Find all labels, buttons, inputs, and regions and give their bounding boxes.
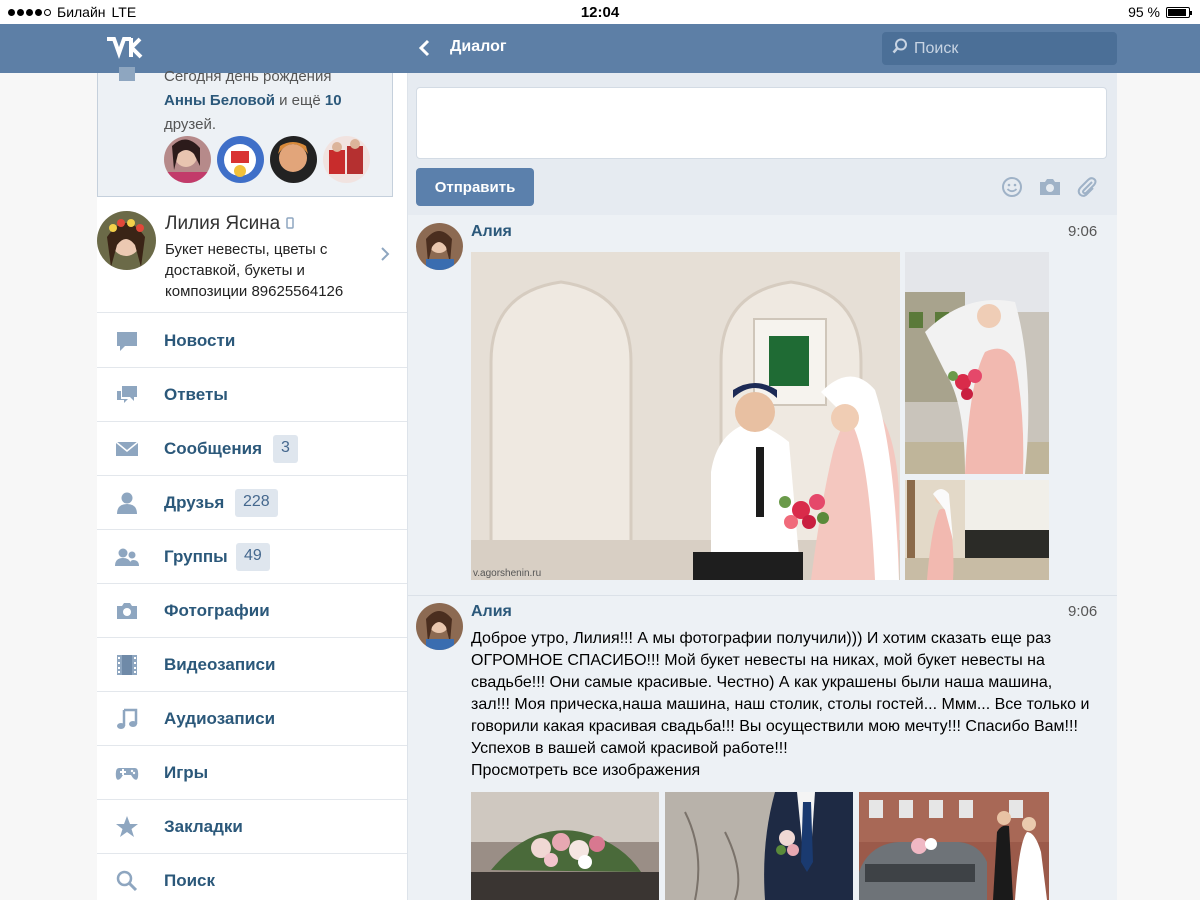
message-item: Алия 9:06 v.agorshenin.ru (408, 215, 1117, 595)
photo-attachment[interactable] (665, 792, 853, 900)
menu-item-photos[interactable]: Фотографии (97, 584, 407, 638)
gift-icon (118, 67, 136, 86)
photo-attachment[interactable] (905, 480, 1049, 580)
battery-percent: 95 % (1128, 4, 1160, 20)
menu-item-games[interactable]: Игры (97, 746, 407, 800)
photo-watermark: v.agorshenin.ru (473, 568, 542, 579)
status-bar: Билайн LTE 12:04 95 % (0, 0, 1200, 24)
friends-badge: 228 (235, 489, 278, 517)
camera-icon[interactable] (1039, 176, 1061, 203)
message-composer: Отправить (408, 73, 1117, 215)
search-box[interactable] (882, 32, 1117, 65)
avatar[interactable] (270, 136, 317, 183)
chevron-right-icon (380, 246, 390, 267)
photo-attachment[interactable] (859, 792, 1049, 900)
menu-item-news[interactable]: Новости (97, 314, 407, 368)
friends-icon (115, 491, 139, 515)
avatar[interactable] (323, 136, 370, 183)
back-chevron-icon[interactable] (418, 39, 430, 62)
profile-status: Букет невесты, цветы с доставкой, букеты… (165, 241, 344, 300)
search-icon (892, 38, 908, 59)
clock: 12:04 (580, 4, 620, 21)
messages-badge: 3 (273, 435, 298, 463)
message-avatar[interactable] (416, 603, 463, 650)
photo-attachment[interactable] (471, 792, 659, 900)
emoji-icon[interactable] (1001, 176, 1023, 203)
birthday-avatars (164, 136, 370, 183)
menu-item-bookmarks[interactable]: Закладки (97, 800, 407, 854)
menu-item-search[interactable]: Поиск (97, 854, 407, 900)
avatar[interactable] (217, 136, 264, 183)
menu-item-audio[interactable]: Аудиозаписи (97, 692, 407, 746)
birthday-text: Сегодня день рождения Анны Беловой и ещё… (164, 68, 342, 133)
profile-row[interactable]: Лилия Ясина Букет невесты, цветы с доста… (97, 203, 407, 313)
message-avatar[interactable] (416, 223, 463, 270)
profile-name: Лилия Ясина (165, 213, 294, 235)
message-time: 9:06 (1068, 223, 1098, 240)
search-input[interactable] (914, 39, 1104, 58)
messages-icon (115, 437, 139, 461)
page-title: Диалог (450, 38, 507, 55)
groups-icon (115, 545, 139, 569)
video-icon (115, 653, 139, 677)
birthday-count: 10 (324, 92, 342, 109)
page-margin (1117, 73, 1200, 900)
view-all-images-link[interactable]: Просмотреть все изображения (471, 762, 700, 779)
battery-icon (1166, 6, 1192, 18)
birthday-name-link[interactable]: Анны Беловой (164, 92, 275, 109)
birthday-card[interactable]: Сегодня день рождения Анны Беловой и ещё… (97, 67, 393, 197)
profile-avatar (97, 211, 156, 270)
mobile-icon (285, 213, 294, 234)
star-icon (115, 815, 139, 839)
menu-item-replies[interactable]: Ответы (97, 368, 407, 422)
menu-item-groups[interactable]: Группы 49 (97, 530, 407, 584)
message-author[interactable]: Алия (471, 603, 512, 621)
paperclip-icon[interactable] (1076, 176, 1098, 203)
photo-attachment[interactable] (905, 252, 1049, 474)
menu-item-messages[interactable]: Сообщения 3 (97, 422, 407, 476)
message-input[interactable] (416, 87, 1107, 159)
main-menu: Новости Ответы Сообщения 3 Друзья 228 Гр… (97, 314, 407, 900)
send-button[interactable]: Отправить (416, 168, 534, 206)
replies-icon (115, 383, 139, 407)
menu-item-friends[interactable]: Друзья 228 (97, 476, 407, 530)
photo-attachment[interactable]: v.agorshenin.ru (471, 252, 900, 580)
search-icon (115, 869, 139, 893)
music-icon (115, 707, 139, 731)
sidebar: Сегодня день рождения Анны Беловой и ещё… (97, 67, 407, 900)
dialog-panel: Отправить Алия 9:06 v.agorshenin.ru Алия… (408, 73, 1117, 900)
news-icon (115, 329, 139, 353)
avatar[interactable] (164, 136, 211, 183)
status-right: 95 % (1128, 4, 1192, 20)
gamepad-icon (115, 761, 139, 785)
camera-icon (115, 599, 139, 623)
message-author[interactable]: Алия (471, 223, 512, 241)
menu-item-videos[interactable]: Видеозаписи (97, 638, 407, 692)
message-time: 9:06 (1068, 603, 1098, 620)
groups-badge: 49 (236, 543, 270, 571)
message-text: Доброе утро, Лилия!!! А мы фотографии по… (471, 630, 1090, 779)
message-item: Алия 9:06 Доброе утро, Лилия!!! А мы фот… (408, 595, 1117, 900)
vk-logo[interactable] (105, 37, 143, 64)
